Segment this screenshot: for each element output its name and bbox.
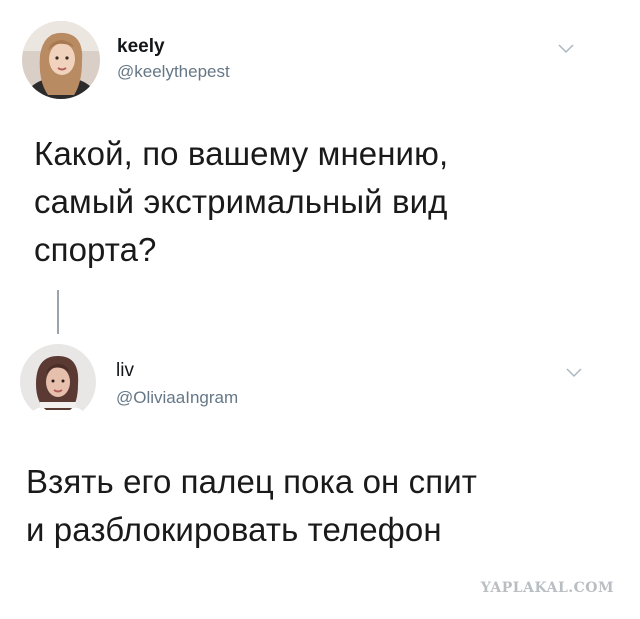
chevron-down-icon[interactable]: [558, 44, 574, 54]
tweet-text-line: и разблокировать телефон: [26, 511, 442, 548]
user-avatar-icon: [22, 21, 100, 99]
author-name[interactable]: keely: [117, 36, 165, 58]
avatar[interactable]: [20, 344, 96, 420]
tweet-text-line: спорта?: [34, 231, 157, 268]
tweet-reply: liv @OliviaaIngram Взять его палец пока …: [0, 330, 640, 580]
user-avatar-icon: [20, 344, 96, 420]
author-handle[interactable]: @keelythepest: [117, 62, 230, 82]
tweet-original: keely @keelythepest Какой, по вашему мне…: [0, 0, 640, 290]
tweet-text: Какой, по вашему мнению, самый экстримал…: [34, 130, 448, 274]
author-name[interactable]: liv: [116, 360, 134, 382]
tweet-text-line: самый экстримальный вид: [34, 183, 448, 220]
tweet-text: Взять его палец пока он спит и разблокир…: [26, 458, 477, 554]
thread-connector-line: [57, 290, 59, 334]
watermark: YAPLAKAL.COM: [480, 580, 614, 596]
author-handle[interactable]: @OliviaaIngram: [116, 388, 238, 408]
chevron-down-icon[interactable]: [566, 368, 582, 378]
tweet-text-line: Какой, по вашему мнению,: [34, 135, 449, 172]
avatar[interactable]: [22, 21, 100, 99]
tweet-text-line: Взять его палец пока он спит: [26, 463, 477, 500]
